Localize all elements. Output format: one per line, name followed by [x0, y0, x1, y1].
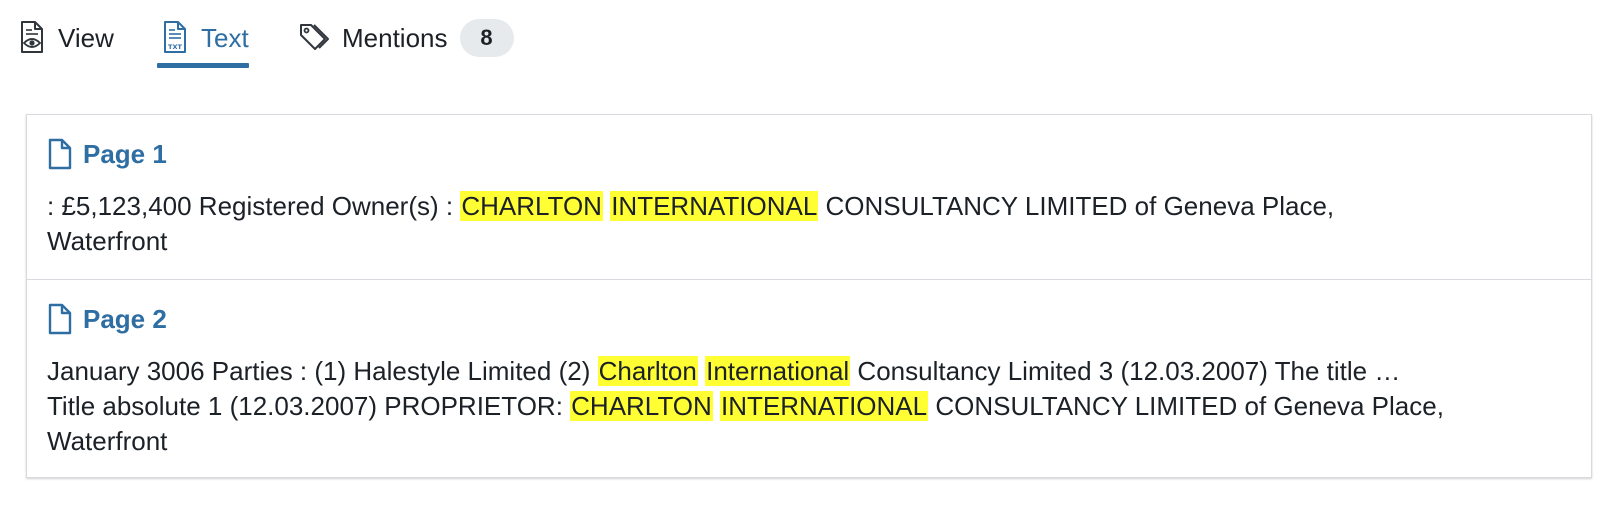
excerpt-line: January 3006 Parties : (1) Halestyle Lim… [47, 354, 1547, 389]
page-section: Page 2 January 3006 Parties : (1) Halest… [27, 280, 1591, 477]
tab-view-label: View [58, 23, 114, 53]
excerpt-line: Title absolute 1 (12.03.2007) PROPRIETOR… [47, 389, 1547, 424]
page-link[interactable]: Page 2 [47, 302, 167, 336]
highlighted-mention: CHARLTON [570, 391, 713, 421]
text-panel: Page 1 : £5,123,400 Registered Owner(s) … [26, 114, 1592, 478]
excerpt-text: Title absolute 1 (12.03.2007) PROPRIETOR… [47, 391, 571, 421]
highlighted-mention: International [705, 356, 851, 386]
excerpt-text [713, 391, 720, 421]
page-icon [48, 303, 72, 335]
tags-icon [300, 24, 329, 50]
page-link[interactable]: Page 1 [47, 137, 167, 171]
excerpt-text: January 3006 Parties : (1) Halestyle Lim… [47, 356, 598, 386]
document-tabs: View TXT Text Mentions 8 [0, 0, 1616, 75]
tab-view[interactable]: View [18, 14, 114, 68]
active-tab-indicator [157, 63, 249, 68]
excerpt-text: Waterfront [47, 226, 168, 256]
excerpt-text: Waterfront [47, 426, 168, 456]
page-section: Page 1 : £5,123,400 Registered Owner(s) … [27, 115, 1591, 280]
page-excerpt: : £5,123,400 Registered Owner(s) : CHARL… [47, 189, 1547, 259]
mentions-count-badge: 8 [459, 19, 514, 57]
highlighted-mention: INTERNATIONAL [720, 391, 929, 421]
document-eye-icon [21, 21, 43, 53]
page-excerpt: January 3006 Parties : (1) Halestyle Lim… [47, 354, 1547, 459]
tab-text-label: Text [201, 23, 249, 53]
page-icon [48, 138, 72, 170]
svg-text:TXT: TXT [168, 43, 182, 51]
highlighted-mention: Charlton [597, 356, 698, 386]
tab-mentions-label: Mentions [342, 23, 448, 53]
page-title: Page 1 [83, 139, 167, 169]
document-text-icon: TXT [164, 21, 186, 53]
tab-mentions[interactable]: Mentions 8 [298, 14, 514, 68]
highlighted-mention: CHARLTON [460, 191, 603, 221]
excerpt-line: Waterfront [47, 424, 1547, 459]
excerpt-text: : £5,123,400 Registered Owner(s) : [47, 191, 461, 221]
excerpt-text [698, 356, 705, 386]
page-title: Page 2 [83, 304, 167, 334]
excerpt-line: : £5,123,400 Registered Owner(s) : CHARL… [47, 189, 1547, 224]
highlighted-mention: INTERNATIONAL [610, 191, 819, 221]
excerpt-text: Consultancy Limited 3 (12.03.2007) The t… [850, 356, 1401, 386]
excerpt-text: CONSULTANCY LIMITED of Geneva Place, [928, 391, 1444, 421]
excerpt-text: CONSULTANCY LIMITED of Geneva Place, [818, 191, 1335, 221]
excerpt-line: Waterfront [47, 224, 1547, 259]
tab-text[interactable]: TXT Text [157, 14, 249, 68]
